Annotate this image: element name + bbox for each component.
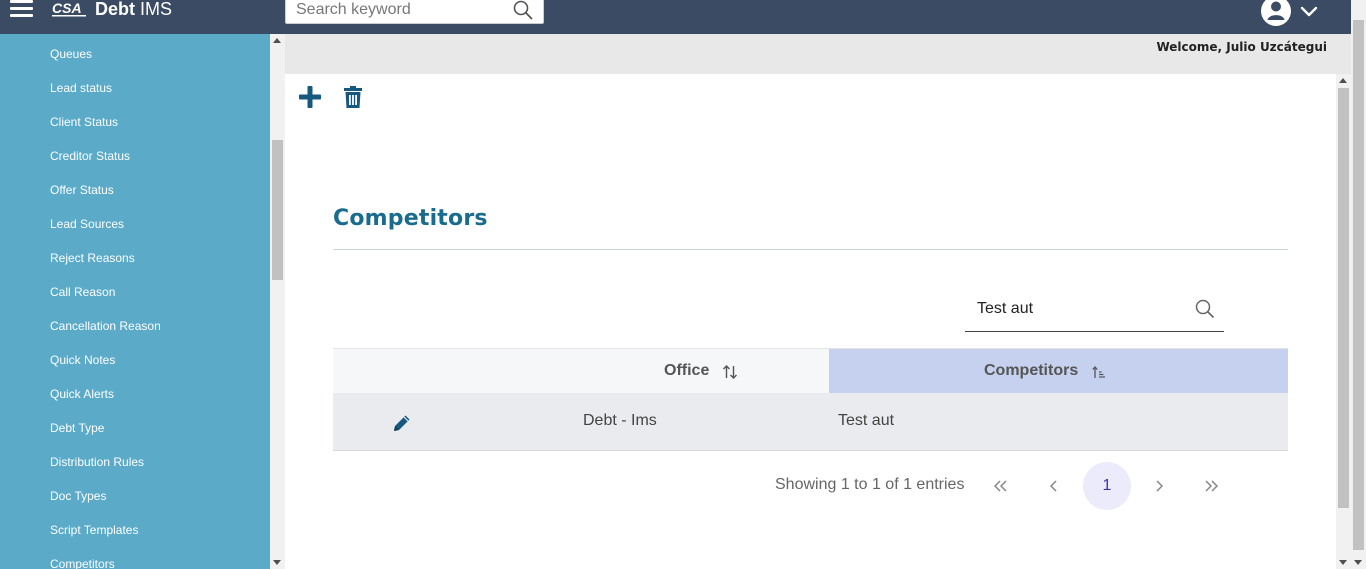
scroll-up-arrow-icon[interactable]: [1339, 78, 1347, 83]
first-page-button[interactable]: [977, 462, 1025, 510]
page-1-button[interactable]: 1: [1083, 462, 1131, 510]
sidebar-item-quick-alerts[interactable]: Quick Alerts: [50, 386, 114, 402]
content-scroll-thumb[interactable]: [1338, 88, 1349, 508]
double-chevron-right-icon: [1205, 480, 1219, 492]
sidebar-item-client-status[interactable]: Client Status: [50, 114, 118, 130]
cell-competitor: Test aut: [838, 412, 895, 429]
cell-office: Debt - Ims: [583, 412, 657, 429]
sidebar-scrollbar[interactable]: [270, 34, 285, 569]
scroll-up-arrow-icon[interactable]: [273, 38, 281, 43]
window-scroll-thumb[interactable]: [1353, 20, 1364, 550]
table-row: Debt - Ims Test aut: [333, 393, 1288, 451]
user-avatar-icon[interactable]: [1261, 0, 1291, 26]
double-chevron-left-icon: [993, 480, 1007, 492]
sort-ascending-icon[interactable]: [1092, 365, 1106, 379]
last-page-button[interactable]: [1187, 462, 1235, 510]
page-title: Competitors: [333, 206, 488, 231]
sidebar-item-lead-status[interactable]: Lead status: [50, 80, 112, 96]
window-scrollbar[interactable]: [1351, 0, 1366, 569]
chevron-down-icon[interactable]: [1300, 4, 1318, 18]
table-search: [965, 292, 1224, 332]
sidebar-item-quick-notes[interactable]: Quick Notes: [50, 352, 115, 368]
content-scrollbar[interactable]: [1336, 74, 1351, 569]
global-search-input[interactable]: [296, 0, 506, 21]
sidebar-item-call-reason[interactable]: Call Reason: [50, 284, 115, 300]
sidebar-item-lead-sources[interactable]: Lead Sources: [50, 216, 124, 232]
column-header-label: Competitors: [984, 362, 1079, 379]
sidebar-item-reject-reasons[interactable]: Reject Reasons: [50, 250, 135, 266]
table-header: Office Competitors: [333, 348, 1288, 394]
sidebar-scroll-thumb[interactable]: [272, 140, 283, 280]
main-content: Competitors Office Competitors: [285, 74, 1336, 569]
sidebar: Queues Lead status Client Status Credito…: [0, 34, 270, 569]
column-header-competitors[interactable]: Competitors: [829, 349, 1288, 394]
sidebar-item-distribution-rules[interactable]: Distribution Rules: [50, 454, 144, 470]
column-header-label: Office: [664, 362, 710, 379]
sidebar-item-debt-type[interactable]: Debt Type: [50, 420, 104, 436]
scroll-down-arrow-icon[interactable]: [1354, 560, 1362, 565]
welcome-text: Welcome, Julio Uzcátegui: [1156, 40, 1327, 54]
next-page-button[interactable]: [1135, 462, 1183, 510]
table-search-input[interactable]: [977, 298, 1177, 320]
welcome-strip: Welcome, Julio Uzcátegui: [285, 34, 1336, 74]
edit-pencil-icon[interactable]: [392, 413, 412, 433]
pagination-info: Showing 1 to 1 of 1 entries: [775, 476, 965, 493]
app-title: Debt IMS: [95, 0, 173, 19]
scroll-down-arrow-icon[interactable]: [1339, 560, 1347, 565]
company-logo: CSA: [52, 0, 86, 17]
chevron-left-icon: [1049, 480, 1057, 492]
sidebar-item-competitors[interactable]: Competitors: [50, 556, 115, 569]
sidebar-item-cancellation-reason[interactable]: Cancellation Reason: [50, 318, 161, 334]
column-header-office[interactable]: Office: [333, 349, 829, 394]
search-icon[interactable]: [513, 0, 533, 20]
sidebar-item-offer-status[interactable]: Offer Status: [50, 182, 114, 198]
sort-icon[interactable]: [722, 364, 738, 380]
svg-text:CSA: CSA: [52, 0, 82, 16]
title-divider: [333, 249, 1288, 250]
add-icon[interactable]: [299, 86, 321, 108]
sidebar-item-queues[interactable]: Queues: [50, 46, 92, 62]
sidebar-item-doc-types[interactable]: Doc Types: [50, 488, 106, 504]
previous-page-button[interactable]: [1030, 462, 1078, 510]
trash-icon[interactable]: [344, 86, 362, 108]
global-search: [285, 0, 544, 24]
hamburger-menu-icon[interactable]: [10, 0, 34, 20]
sidebar-item-creditor-status[interactable]: Creditor Status: [50, 148, 130, 164]
top-bar: CSA Debt IMS: [0, 0, 1366, 34]
chevron-right-icon: [1156, 480, 1164, 492]
scroll-down-arrow-icon[interactable]: [273, 560, 281, 565]
sidebar-item-script-templates[interactable]: Script Templates: [50, 522, 138, 538]
search-icon[interactable]: [1195, 299, 1215, 319]
